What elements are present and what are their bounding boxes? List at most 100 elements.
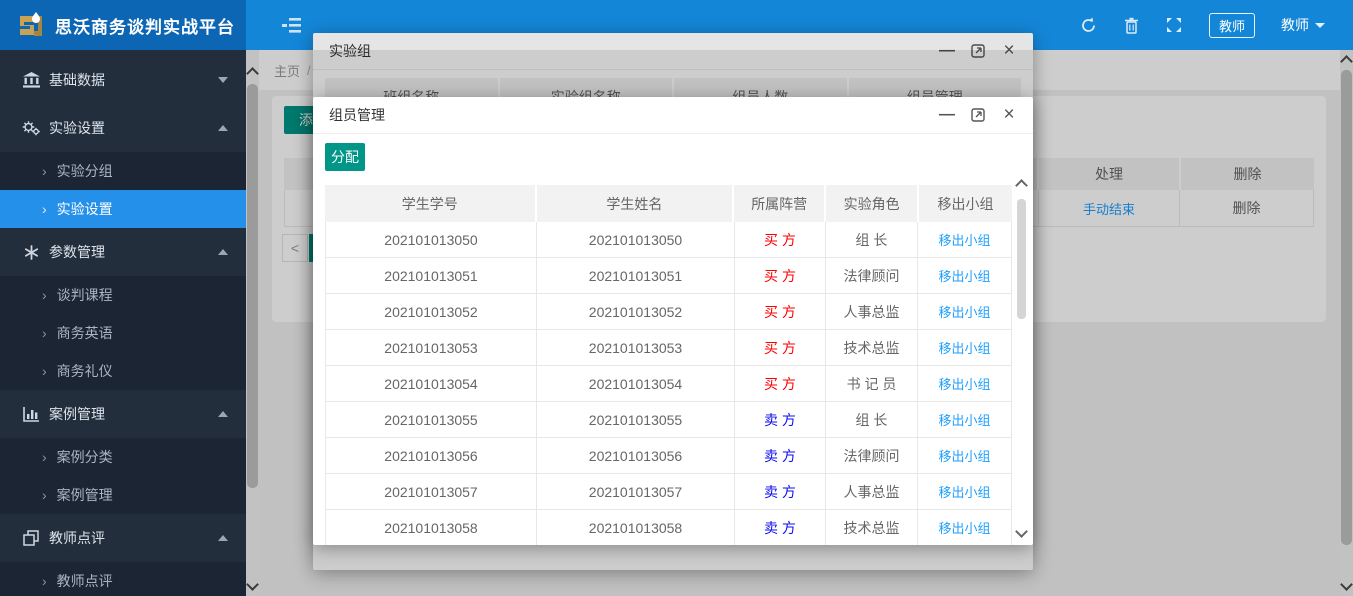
- student-id-cell: 202101013053: [326, 330, 537, 365]
- group-members-modal: 组员管理 — × 分配 学生学号 学生姓名 所属阵营 实验角色: [313, 97, 1033, 545]
- chevron-right-icon: ›: [42, 487, 47, 503]
- student-id-cell: 202101013052: [326, 294, 537, 329]
- refresh-icon[interactable]: [1080, 17, 1097, 34]
- sidebar-item-label: 参数管理: [49, 242, 218, 262]
- remove-from-group-link[interactable]: 移出小组: [938, 230, 990, 249]
- submenu-experiment-settings: › 实验分组 › 实验设置: [0, 152, 246, 228]
- chevron-right-icon: ›: [42, 163, 47, 179]
- remove-from-group-link[interactable]: 移出小组: [938, 338, 990, 357]
- remove-cell: 移出小组: [918, 402, 1011, 437]
- student-name-cell: 202101013051: [537, 258, 735, 293]
- members-table-body: 202101013050 202101013050 买 方 组 长 移出小组 2…: [325, 222, 1012, 545]
- sidebar-toggle-icon[interactable]: [282, 18, 301, 33]
- remove-from-group-link[interactable]: 移出小组: [938, 302, 990, 321]
- sidebar-item-experiment-setup-active[interactable]: › 实验设置: [0, 190, 246, 228]
- scrollbar-thumb[interactable]: [1017, 199, 1026, 319]
- remove-cell: 移出小组: [918, 258, 1011, 293]
- remove-header: 移出小组: [919, 185, 1012, 222]
- minimize-icon[interactable]: —: [939, 107, 955, 123]
- table-row: 202101013056 202101013056 卖 方 法律顾问 移出小组: [325, 438, 1012, 474]
- side-cell: 买 方: [735, 366, 826, 401]
- remove-cell: 移出小组: [918, 438, 1011, 473]
- caret-down-icon: [1315, 23, 1325, 28]
- side-cell: 买 方: [735, 294, 826, 329]
- remove-from-group-link[interactable]: 移出小组: [938, 374, 990, 393]
- restore-icon[interactable]: [970, 107, 986, 123]
- table-row: 202101013053 202101013053 买 方 技术总监 移出小组: [325, 330, 1012, 366]
- student-name-cell: 202101013056: [537, 438, 735, 473]
- chevron-right-icon: ›: [42, 325, 47, 341]
- expand-caret-icon: [218, 411, 228, 417]
- sidebar-item-negotiation-course[interactable]: › 谈判课程: [0, 276, 246, 314]
- sidebar-item-parameter-management[interactable]: 参数管理: [0, 228, 246, 276]
- role-cell: 技术总监: [826, 510, 918, 545]
- sidebar-item-case-category[interactable]: › 案例分类: [0, 438, 246, 476]
- gears-icon: [22, 119, 40, 137]
- role-badge[interactable]: 教师: [1209, 13, 1255, 38]
- side-cell: 卖 方: [735, 474, 826, 509]
- sidebar-item-label: 实验设置: [49, 118, 218, 138]
- sidebar-item-experiment-grouping[interactable]: › 实验分组: [0, 152, 246, 190]
- chevron-right-icon: ›: [42, 201, 47, 217]
- modal-controls: — ×: [939, 107, 1017, 123]
- remove-from-group-link[interactable]: 移出小组: [938, 266, 990, 285]
- app-screen: 思沃商务谈判实战平台: [0, 0, 1353, 596]
- role-cell: 法律顾问: [826, 258, 918, 293]
- student-name-cell: 202101013058: [537, 510, 735, 545]
- sidebar-item-label: 案例分类: [57, 447, 113, 467]
- sidebar-item-case-management[interactable]: 案例管理: [0, 390, 246, 438]
- side-cell: 买 方: [735, 258, 826, 293]
- expand-caret-icon: [218, 535, 228, 541]
- remove-from-group-link[interactable]: 移出小组: [938, 410, 990, 429]
- chevron-right-icon: ›: [42, 287, 47, 303]
- scroll-up-icon[interactable]: [1013, 177, 1030, 191]
- app-title: 思沃商务谈判实战平台: [55, 13, 235, 38]
- remove-from-group-link[interactable]: 移出小组: [938, 482, 990, 501]
- remove-from-group-link[interactable]: 移出小组: [938, 518, 990, 537]
- student-name-cell: 202101013054: [537, 366, 735, 401]
- assign-button[interactable]: 分配: [325, 143, 365, 171]
- student-id-cell: 202101013057: [326, 474, 537, 509]
- role-cell: 人事总监: [826, 294, 918, 329]
- sidebar-item-case-manage[interactable]: › 案例管理: [0, 476, 246, 514]
- trash-icon[interactable]: [1123, 17, 1140, 34]
- chevron-right-icon: ›: [42, 573, 47, 589]
- sidebar-item-label: 商务英语: [57, 323, 113, 343]
- expand-caret-icon: [218, 249, 228, 255]
- sidebar-item-business-etiquette[interactable]: › 商务礼仪: [0, 352, 246, 390]
- modal-title: 组员管理: [329, 105, 385, 125]
- fullscreen-icon[interactable]: [1166, 17, 1183, 34]
- remove-from-group-link[interactable]: 移出小组: [938, 446, 990, 465]
- sidebar-item-teacher-review-sub[interactable]: › 教师点评: [0, 562, 246, 596]
- sidebar-item-basic-data[interactable]: 基础数据: [0, 56, 246, 104]
- student-id-cell: 202101013054: [326, 366, 537, 401]
- chart-icon: [22, 405, 40, 423]
- student-id-header: 学生学号: [325, 185, 535, 222]
- asterisk-icon: [22, 243, 40, 261]
- remove-cell: 移出小组: [918, 330, 1011, 365]
- bank-icon: [22, 71, 40, 89]
- table-row: 202101013054 202101013054 买 方 书 记 员 移出小组: [325, 366, 1012, 402]
- sidebar-item-business-english[interactable]: › 商务英语: [0, 314, 246, 352]
- sidebar-item-experiment-settings[interactable]: 实验设置: [0, 104, 246, 152]
- user-menu[interactable]: 教师: [1281, 15, 1325, 35]
- side-cell: 买 方: [735, 222, 826, 257]
- close-icon[interactable]: ×: [1001, 107, 1017, 123]
- student-id-cell: 202101013051: [326, 258, 537, 293]
- student-name-cell: 202101013052: [537, 294, 735, 329]
- student-id-cell: 202101013058: [326, 510, 537, 545]
- table-row: 202101013051 202101013051 买 方 法律顾问 移出小组: [325, 258, 1012, 294]
- chevron-right-icon: ›: [42, 363, 47, 379]
- sidebar-item-teacher-review[interactable]: 教师点评: [0, 514, 246, 562]
- role-cell: 技术总监: [826, 330, 918, 365]
- role-cell: 组 长: [826, 402, 918, 437]
- role-header: 实验角色: [826, 185, 917, 222]
- side-cell: 卖 方: [735, 438, 826, 473]
- brand-area: 思沃商务谈判实战平台: [0, 0, 246, 50]
- scroll-down-icon[interactable]: [1013, 526, 1030, 540]
- table-row: 202101013052 202101013052 买 方 人事总监 移出小组: [325, 294, 1012, 330]
- sidebar-item-label: 教师点评: [49, 528, 218, 548]
- members-table: 学生学号 学生姓名 所属阵营 实验角色 移出小组 202101013050 20…: [325, 185, 1012, 545]
- modal-scrollbar[interactable]: [1013, 177, 1030, 540]
- submenu-parameter-management: › 谈判课程 › 商务英语 › 商务礼仪: [0, 276, 246, 390]
